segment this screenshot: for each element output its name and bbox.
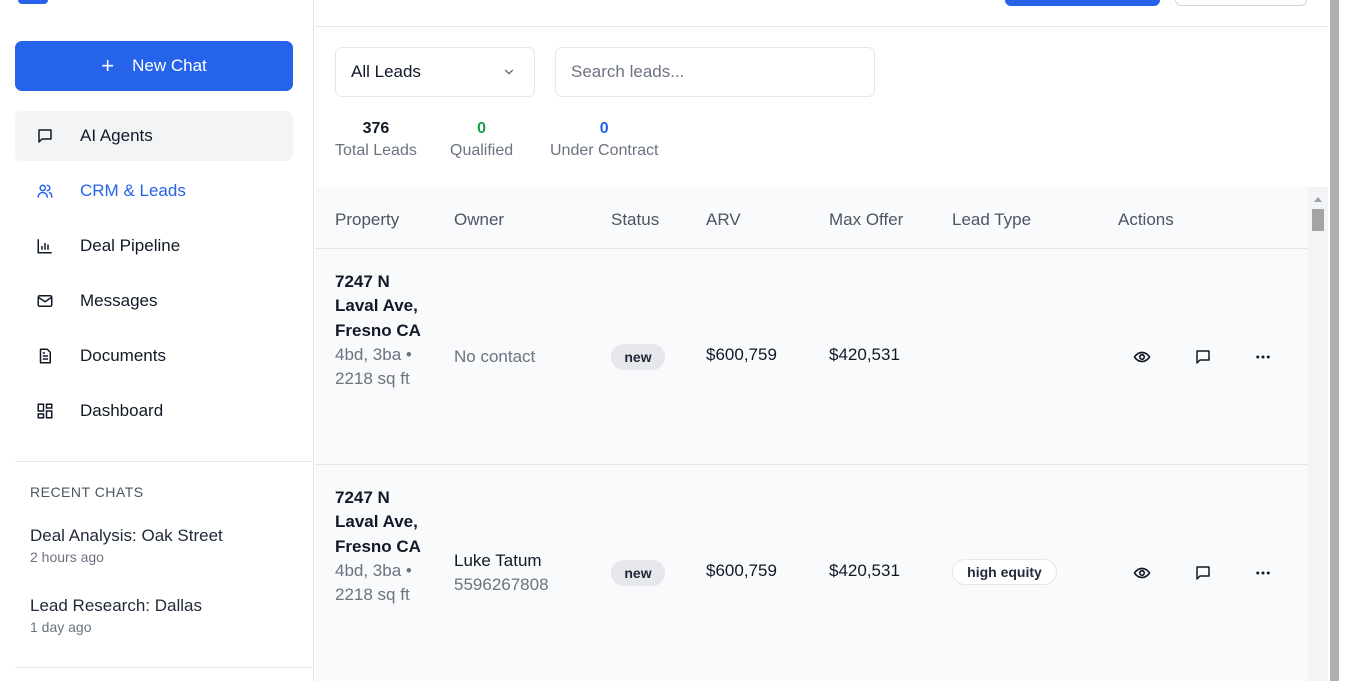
message-lead-button[interactable] <box>1192 562 1214 584</box>
page-scrollbar[interactable] <box>1328 0 1346 681</box>
new-chat-label: New Chat <box>132 56 207 75</box>
sidebar-item-documents[interactable]: Documents <box>15 331 293 381</box>
status-badge: new <box>611 344 665 370</box>
column-header-property[interactable]: Property <box>335 210 399 230</box>
max-offer-cell: $420,531 <box>829 345 900 364</box>
lead-filter-select[interactable]: All Leads <box>335 47 535 97</box>
owner-cell: No contact <box>454 345 535 369</box>
stat-value: 376 <box>362 120 390 137</box>
recent-chat-time: 2 hours ago <box>30 549 104 565</box>
arv-cell: $600,759 <box>706 561 777 580</box>
column-header-owner[interactable]: Owner <box>454 210 504 230</box>
leads-table: Property Owner Status ARV Max Offer Lead… <box>315 187 1308 681</box>
sidebar-item-dashboard[interactable]: Dashboard <box>15 386 293 436</box>
lead-filter-value: All Leads <box>351 62 421 81</box>
plus-icon: + <box>101 53 115 78</box>
header-divider <box>315 26 1328 27</box>
sidebar-item-deal-pipeline[interactable]: Deal Pipeline <box>15 221 293 271</box>
sidebar-divider <box>15 461 314 462</box>
stat-label: Under Contract <box>550 142 659 159</box>
stat-qualified: 0 Qualified <box>450 120 513 160</box>
page-scrollbar-thumb[interactable] <box>1330 0 1339 681</box>
stat-under-contract: 0 Under Contract <box>550 120 659 160</box>
stat-value: 0 <box>477 120 487 137</box>
scroll-up-arrow-icon[interactable] <box>1314 197 1322 202</box>
stat-total-leads: 376 Total Leads <box>335 120 417 160</box>
chevron-down-icon <box>504 69 514 75</box>
property-cell: 7247 N Laval Ave, Fresno CA 4bd, 3ba • 2… <box>335 270 430 391</box>
column-header-status[interactable]: Status <box>611 210 659 230</box>
arv-cell: $600,759 <box>706 345 777 364</box>
sidebar-item-messages[interactable]: Messages <box>15 276 293 326</box>
document-icon <box>35 346 55 366</box>
table-header: Property Owner Status ARV Max Offer Lead… <box>315 187 1308 249</box>
chat-bubble-icon <box>1196 566 1210 580</box>
owner-phone: 5596267808 <box>454 575 549 594</box>
secondary-header-button[interactable] <box>1175 0 1307 6</box>
bar-chart-icon <box>35 236 55 256</box>
sidebar-item-label: CRM & Leads <box>80 181 186 200</box>
sidebar-item-label: Deal Pipeline <box>80 236 181 255</box>
sidebar-item-label: Messages <box>80 291 158 310</box>
new-chat-button[interactable]: + New Chat <box>15 41 293 91</box>
sidebar-item-ai-agents[interactable]: AI Agents <box>15 111 293 161</box>
stat-label: Total Leads <box>335 142 417 159</box>
stat-label: Qualified <box>450 142 514 159</box>
table-scrollbar[interactable] <box>1308 187 1328 681</box>
column-header-lead-type[interactable]: Lead Type <box>952 210 1031 230</box>
sidebar-divider <box>15 667 314 668</box>
recent-chat-item[interactable]: Deal Analysis: Oak Street 2 hours ago <box>30 526 223 565</box>
property-details: 4bd, 3ba • 2218 sq ft <box>335 344 412 389</box>
sidebar-item-crm-leads[interactable]: CRM & Leads <box>15 166 293 216</box>
recent-chat-item[interactable]: Lead Research: Dallas 1 day ago <box>30 596 202 635</box>
property-cell: 7247 N Laval Ave, Fresno CA 4bd, 3ba • 2… <box>335 486 430 607</box>
sidebar: + New Chat AI Agents CRM & Leads Deal Pi… <box>0 0 314 681</box>
table-row[interactable]: 7247 N Laval Ave, Fresno CA 4bd, 3ba • 2… <box>315 465 1308 681</box>
column-header-actions: Actions <box>1118 210 1174 229</box>
sidebar-nav: AI Agents CRM & Leads Deal Pipeline Mess… <box>15 111 293 441</box>
recent-chat-time: 1 day ago <box>30 619 92 635</box>
recent-chat-title: Lead Research: Dallas <box>30 596 202 615</box>
property-address: 7247 N Laval Ave, Fresno CA <box>335 272 421 340</box>
sidebar-item-label: Documents <box>80 346 166 365</box>
table-row[interactable]: 7247 N Laval Ave, Fresno CA 4bd, 3ba • 2… <box>315 249 1308 465</box>
recent-chat-title: Deal Analysis: Oak Street <box>30 526 223 545</box>
property-address: 7247 N Laval Ave, Fresno CA <box>335 488 421 556</box>
view-lead-button[interactable] <box>1131 346 1153 368</box>
sidebar-item-label: AI Agents <box>80 126 153 145</box>
lead-type-badge: high equity <box>952 559 1057 585</box>
table-scrollbar-thumb[interactable] <box>1312 209 1324 231</box>
more-options-button[interactable] <box>1252 562 1274 584</box>
mail-icon <box>35 291 55 311</box>
more-horizontal-icon <box>1256 355 1270 359</box>
status-badge: new <box>611 560 665 586</box>
eye-icon <box>1133 351 1151 363</box>
max-offer-cell: $420,531 <box>829 561 900 580</box>
eye-icon <box>1133 567 1151 579</box>
view-lead-button[interactable] <box>1131 562 1153 584</box>
more-options-button[interactable] <box>1252 346 1274 368</box>
app-logo <box>18 0 48 4</box>
message-lead-button[interactable] <box>1192 346 1214 368</box>
chat-bubble-icon <box>1196 350 1210 364</box>
recent-chats-heading: RECENT CHATS <box>30 484 144 500</box>
sidebar-item-label: Dashboard <box>80 401 164 420</box>
owner-cell: Luke Tatum 5596267808 <box>454 549 549 597</box>
stat-value: 0 <box>599 120 609 137</box>
column-header-arv[interactable]: ARV <box>706 210 741 230</box>
property-details: 4bd, 3ba • 2218 sq ft <box>335 560 412 605</box>
primary-header-button[interactable] <box>1005 0 1160 6</box>
chat-bubble-icon <box>35 126 55 146</box>
column-header-max-offer[interactable]: Max Offer <box>829 210 903 230</box>
owner-no-contact: No contact <box>454 347 536 366</box>
users-icon <box>35 181 55 201</box>
main-content: All Leads 376 Total Leads 0 Qualified 0 … <box>315 0 1328 681</box>
owner-name: Luke Tatum <box>454 551 542 570</box>
more-horizontal-icon <box>1256 571 1270 575</box>
dashboard-grid-icon <box>35 401 55 421</box>
search-input[interactable] <box>555 47 875 97</box>
